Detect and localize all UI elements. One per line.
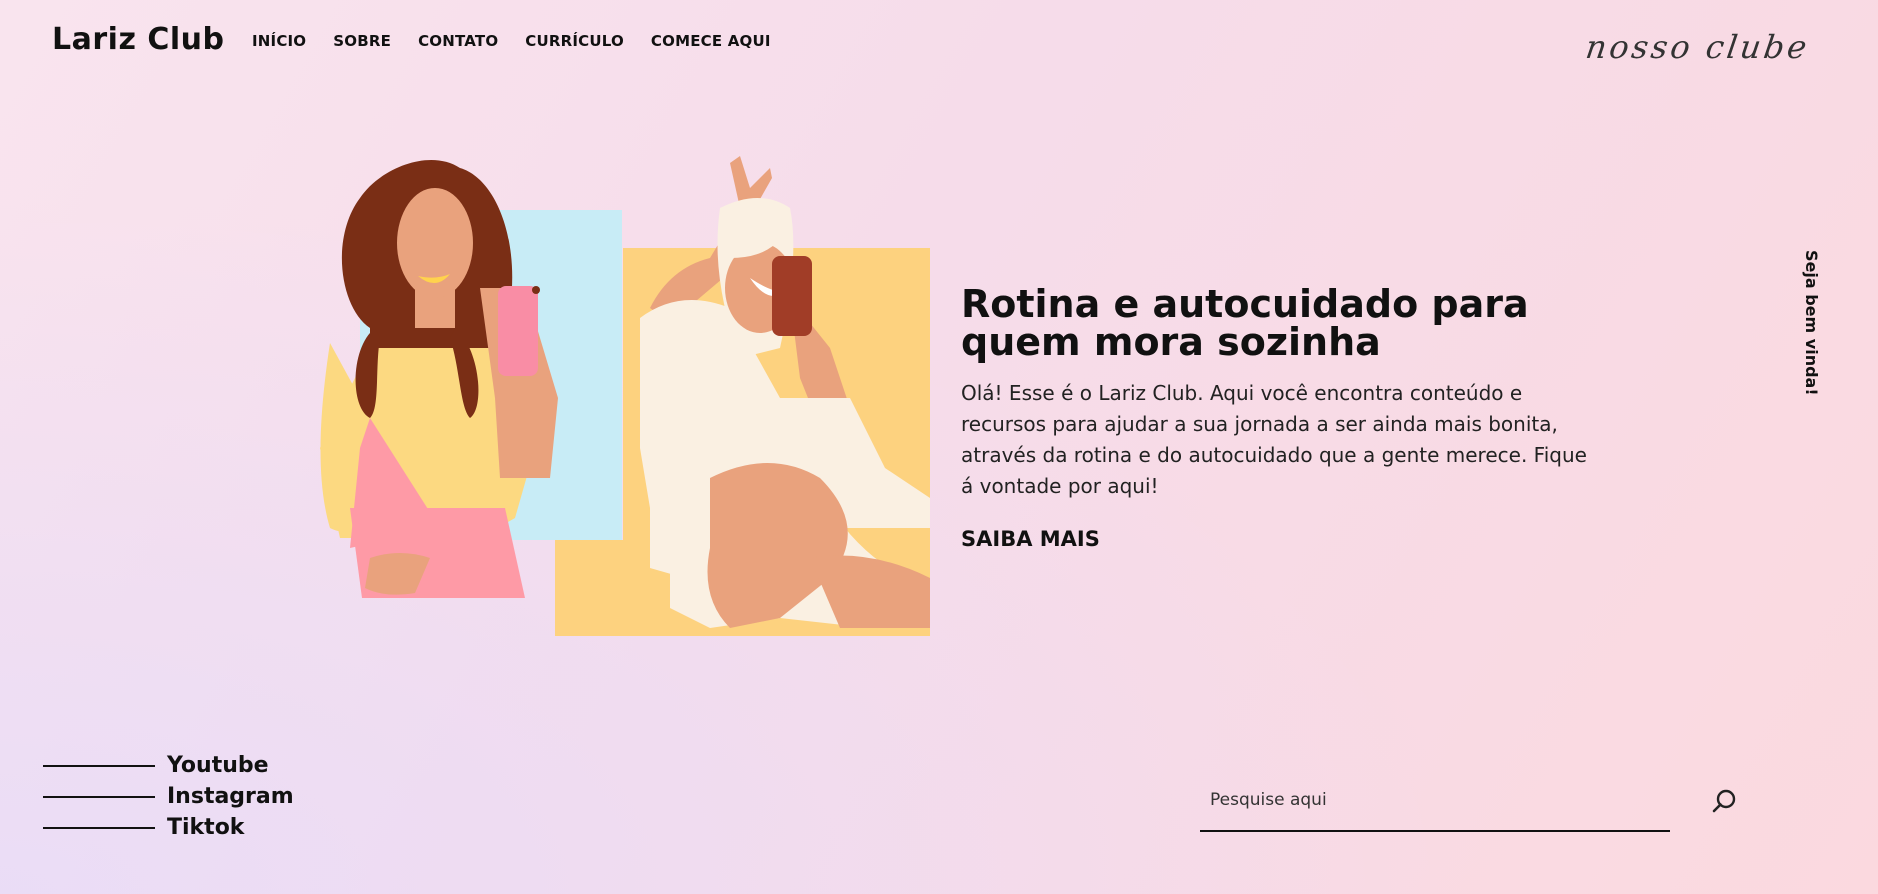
divider-line xyxy=(43,795,155,798)
hero-title: Rotina e autocuidado para quem mora sozi… xyxy=(961,282,1529,364)
main-nav: INÍCIO SOBRE CONTATO CURRÍCULO COMECE AQ… xyxy=(252,32,771,50)
welcome-side-text: Seja bem vinda! xyxy=(1802,250,1821,396)
site-logo[interactable]: Lariz Club xyxy=(52,22,224,57)
social-tiktok-label: Tiktok xyxy=(167,815,245,840)
nav-comece-aqui[interactable]: COMECE AQUI xyxy=(651,32,771,50)
nav-contato[interactable]: CONTATO xyxy=(418,32,498,50)
social-instagram[interactable]: Instagram xyxy=(43,781,294,812)
social-links: Youtube Instagram Tiktok xyxy=(43,750,294,843)
nav-inicio[interactable]: INÍCIO xyxy=(252,32,306,50)
search-icon[interactable] xyxy=(1710,787,1738,815)
divider-line xyxy=(43,826,155,829)
nav-curriculo[interactable]: CURRÍCULO xyxy=(525,32,624,50)
nosso-clube-link[interactable]: nosso clube xyxy=(1583,28,1812,66)
social-instagram-label: Instagram xyxy=(167,784,294,809)
illustration-yellow-bottom xyxy=(555,540,623,636)
social-tiktok[interactable]: Tiktok xyxy=(43,812,294,843)
search-input[interactable] xyxy=(1200,780,1660,820)
nav-sobre[interactable]: SOBRE xyxy=(333,32,391,50)
hero-description: Olá! Esse é o Lariz Club. Aqui você enco… xyxy=(961,381,1587,498)
saiba-mais-link[interactable]: SAIBA MAIS xyxy=(961,527,1100,551)
social-youtube-label: Youtube xyxy=(167,753,269,778)
social-youtube[interactable]: Youtube xyxy=(43,750,294,781)
search-form xyxy=(1200,780,1670,832)
hero-illustration xyxy=(320,156,930,636)
divider-line xyxy=(43,764,155,767)
